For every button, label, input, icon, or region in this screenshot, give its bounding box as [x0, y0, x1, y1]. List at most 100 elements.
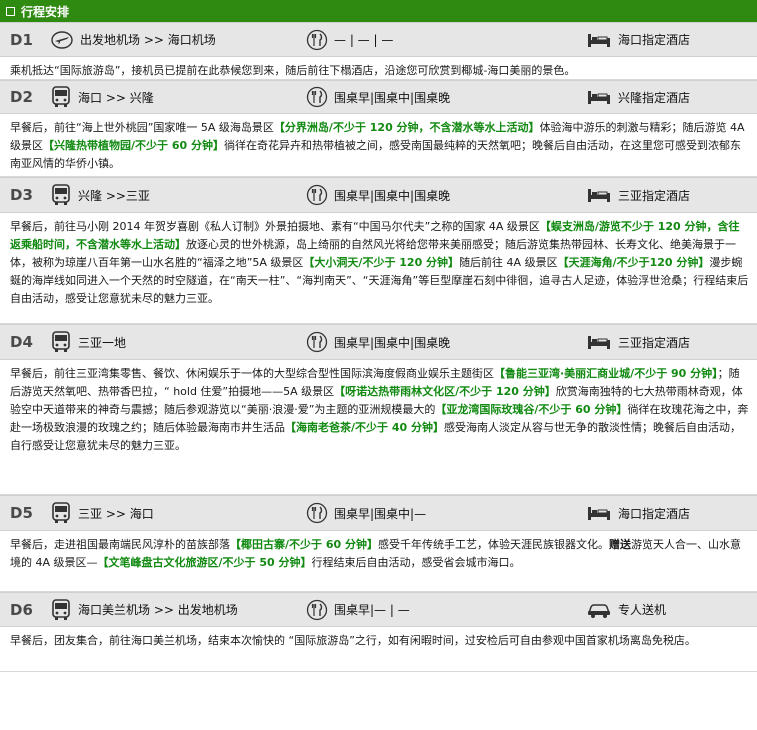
plane-icon: [50, 30, 74, 50]
square-icon: [6, 6, 15, 16]
description-text: 早餐后，前往马小刚 2014 年贺岁喜剧《私人订制》外景拍摄地、素有“中国马尔代…: [10, 220, 540, 233]
highlight-attraction: 【文笔峰盘古文化旅游区/不少于 50 分钟】: [97, 556, 312, 569]
day-route: 出发地机场 >> 海口机场: [50, 30, 306, 50]
day-description: 早餐后，前往“海上世外桃园”国家唯一 5A 级海岛景区【分界洲岛/不少于 120…: [0, 114, 757, 176]
hotel-text: 三亚指定酒店: [618, 188, 691, 203]
day-label: D5: [10, 504, 33, 522]
day-list: D1 出发地机场 >> 海口机场 — | — | — 海口指定酒店 乘机抵达“国际旅游岛…: [0, 22, 757, 672]
day-hotel: 专人送机: [586, 601, 666, 619]
day-meals: 围桌早|— | —: [306, 599, 586, 621]
utensils-icon: [306, 331, 328, 353]
day-section-d1: D1 出发地机场 >> 海口机场 — | — | — 海口指定酒店乘机抵达“国际旅游岛…: [0, 22, 757, 80]
car-icon: [586, 601, 612, 619]
day-description: 早餐后，前往三亚湾集零售、餐饮、休闲娱乐于一体的大型综合型性国际滨海度假商业娱乐…: [0, 360, 757, 494]
bed-icon: [586, 504, 612, 522]
day-route: 海口美兰机场 >> 出发地机场: [50, 598, 306, 622]
utensils-icon: [306, 86, 328, 108]
highlight-attraction: 【亚龙湾国际玫瑰谷/不少于 60 分钟】: [435, 403, 628, 416]
day-description: 早餐后，团友集合，前往海口美兰机场，结束本次愉快的 “国际旅游岛”之行，如有闲暇…: [0, 627, 757, 671]
day-label: D3: [10, 186, 33, 204]
hotel-text: 海口指定酒店: [618, 506, 691, 521]
route-text: 海口 >> 兴隆: [78, 90, 154, 105]
day-header: D1 出发地机场 >> 海口机场 — | — | — 海口指定酒店: [0, 22, 757, 57]
itinerary-title: 行程安排: [21, 4, 70, 19]
meals-text: 围桌早|围桌中|围桌晚: [334, 188, 451, 203]
day-hotel: 海口指定酒店: [586, 504, 690, 522]
bold-text: 赠送: [608, 538, 631, 551]
day-hotel: 兴隆指定酒店: [586, 88, 690, 106]
day-header: D3 兴隆 >>三亚 围桌早|围桌中|围桌晚 三亚指定酒店: [0, 177, 757, 213]
day-label: D1: [10, 30, 33, 49]
bus-icon: [50, 183, 72, 207]
meals-text: — | — | —: [334, 32, 394, 47]
day-description: 早餐后，走进祖国最南端民风淳朴的苗族部落【椰田古寨/不少于 60 分钟】感受千年…: [0, 531, 757, 591]
highlight-attraction: 【兴隆热带植物园/不少于 60 分钟】: [43, 139, 224, 152]
description-text: 早餐后，走进祖国最南端民风淳朴的苗族部落: [10, 538, 230, 551]
itinerary-header: 行程安排: [0, 0, 757, 22]
description-text: 早餐后，前往“海上世外桃园”国家唯一 5A 级海岛景区: [10, 121, 274, 134]
route-text: 三亚一地: [78, 335, 127, 350]
description-text: 早餐后，团友集合，前往海口美兰机场，结束本次愉快的 “国际旅游岛”之行，如有闲暇…: [10, 634, 696, 647]
meals-text: 围桌早|围桌中|围桌晚: [334, 335, 451, 350]
day-route: 海口 >> 兴隆: [50, 85, 306, 109]
highlight-attraction: 【椰田古寨/不少于 60 分钟】: [230, 538, 378, 551]
day-route: 三亚一地: [50, 330, 306, 354]
day-hotel: 海口指定酒店: [586, 31, 690, 49]
day-section-d3: D3 兴隆 >>三亚 围桌早|围桌中|围桌晚 三亚指定酒店早餐后，前往马小刚 2014…: [0, 177, 757, 324]
hotel-text: 专人送机: [618, 603, 667, 617]
itinerary-page: 行程安排 D1 出发地机场 >> 海口机场 — | — | — 海口指定酒店 乘机抵达“…: [0, 0, 757, 730]
route-text: 出发地机场 >> 海口机场: [80, 33, 216, 47]
day-section-d6: D6 海口美兰机场 >> 出发地机场 围桌早|— | — 专人送机早餐后，团友集合，前…: [0, 592, 757, 672]
day-label: D2: [10, 88, 33, 106]
day-label: D4: [10, 333, 33, 351]
day-header: D5 三亚 >> 海口 围桌早|围桌中|— 海口指定酒店: [0, 495, 757, 531]
meals-text: 围桌早|围桌中|—: [334, 506, 427, 521]
bed-icon: [586, 31, 612, 49]
day-hotel: 三亚指定酒店: [586, 186, 690, 204]
day-header: D6 海口美兰机场 >> 出发地机场 围桌早|— | — 专人送机: [0, 592, 757, 627]
route-text: 海口美兰机场 >> 出发地机场: [78, 603, 238, 617]
day-meals: 围桌早|围桌中|—: [306, 502, 586, 524]
bus-icon: [50, 598, 72, 622]
route-text: 三亚 >> 海口: [78, 506, 154, 521]
bus-icon: [50, 330, 72, 354]
day-label: D6: [10, 600, 33, 619]
description-text: 感受千年传统手工艺，体验天涯民族银器文化。: [377, 538, 609, 551]
bed-icon: [586, 333, 612, 351]
highlight-attraction: 【海南老爸茶/不少于 40 分钟】: [285, 421, 444, 434]
day-meals: — | — | —: [306, 29, 586, 51]
day-hotel: 三亚指定酒店: [586, 333, 690, 351]
highlight-attraction: 【分界洲岛/不少于 120 分钟，不含潜水等水上活动】: [273, 121, 540, 134]
day-route: 三亚 >> 海口: [50, 501, 306, 525]
highlight-attraction: 【鲁能三亚湾·美丽汇商业城/不少于 90 分钟】: [494, 367, 718, 380]
bed-icon: [586, 88, 612, 106]
hotel-text: 三亚指定酒店: [618, 335, 691, 350]
description-text: 乘机抵达“国际旅游岛”，接机员已提前在此恭候您到来，随后前往下榻酒店，沿途您可欣…: [10, 64, 576, 77]
utensils-icon: [306, 184, 328, 206]
highlight-attraction: 【呀诺达热带雨林文化区/不少于 120 分钟】: [334, 385, 556, 398]
meals-text: 围桌早|— | —: [334, 603, 410, 617]
description-text: 随后前往 4A 级景区: [459, 256, 558, 269]
day-header: D2 海口 >> 兴隆 围桌早|围桌中|围桌晚 兴隆指定酒店: [0, 80, 757, 114]
utensils-icon: [306, 599, 328, 621]
meals-text: 围桌早|围桌中|围桌晚: [334, 90, 451, 105]
description-text: 早餐后，前往三亚湾集零售、餐饮、休闲娱乐于一体的大型综合型性国际滨海度假商业娱乐…: [10, 367, 494, 380]
description-text: 行程结束后自由活动，感受省会城市海口。: [311, 556, 521, 569]
day-header: D4 三亚一地 围桌早|围桌中|围桌晚 三亚指定酒店: [0, 324, 757, 360]
day-section-d4: D4 三亚一地 围桌早|围桌中|围桌晚 三亚指定酒店早餐后，前往三亚湾集零售、餐饮、休…: [0, 324, 757, 495]
highlight-attraction: 【大小洞天/不少于 120 分钟】: [303, 256, 460, 269]
day-meals: 围桌早|围桌中|围桌晚: [306, 86, 586, 108]
route-text: 兴隆 >>三亚: [78, 188, 150, 203]
hotel-text: 海口指定酒店: [618, 33, 691, 47]
bus-icon: [50, 501, 72, 525]
day-description: 早餐后，前往马小刚 2014 年贺岁喜剧《私人订制》外景拍摄地、素有“中国马尔代…: [0, 213, 757, 323]
utensils-icon: [306, 502, 328, 524]
day-section-d2: D2 海口 >> 兴隆 围桌早|围桌中|围桌晚 兴隆指定酒店早餐后，前往“海上世外桃园…: [0, 80, 757, 177]
bed-icon: [586, 186, 612, 204]
utensils-icon: [306, 29, 328, 51]
highlight-attraction: 【天涯海角/不少于120 分钟】: [557, 256, 710, 269]
day-meals: 围桌早|围桌中|围桌晚: [306, 331, 586, 353]
day-route: 兴隆 >>三亚: [50, 183, 306, 207]
bus-icon: [50, 85, 72, 109]
day-section-d5: D5 三亚 >> 海口 围桌早|围桌中|— 海口指定酒店早餐后，走进祖国最南端民风淳朴…: [0, 495, 757, 592]
